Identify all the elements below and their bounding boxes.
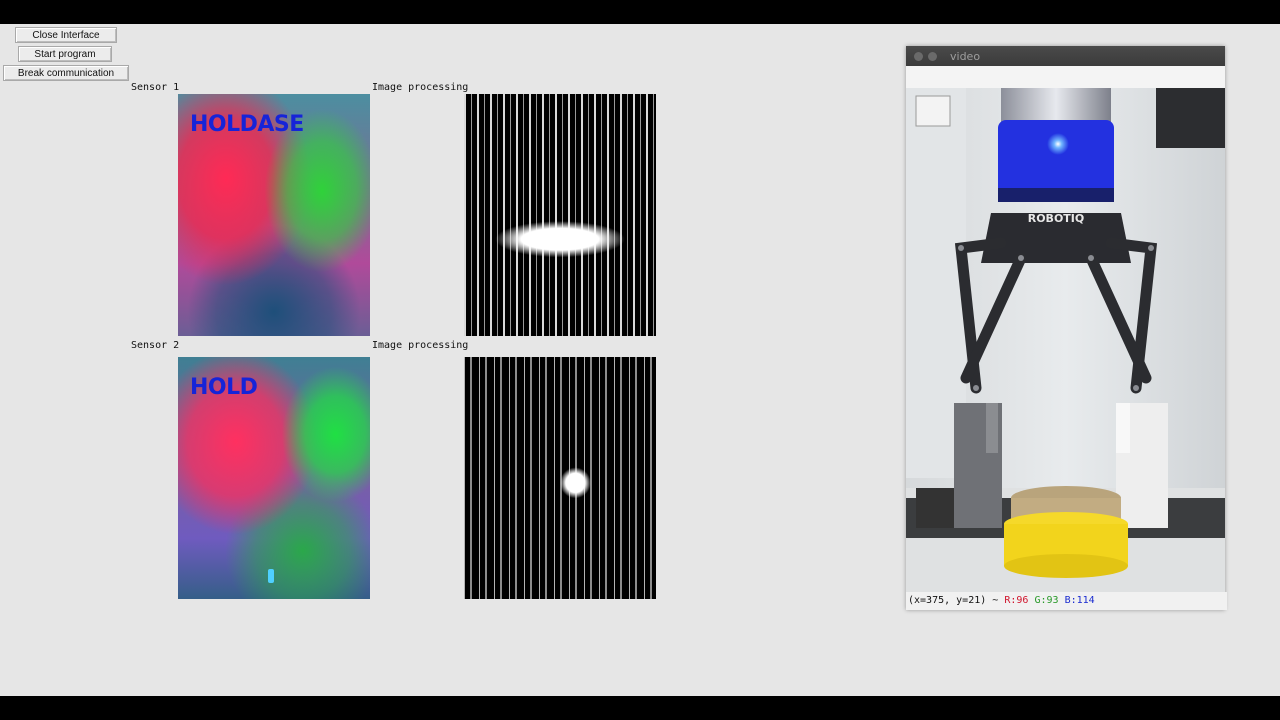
start-program-button[interactable]: Start program	[18, 46, 112, 62]
close-interface-button[interactable]: Close Interface	[15, 27, 117, 43]
break-communication-button[interactable]: Break communication	[3, 65, 129, 81]
video-title: video	[950, 50, 981, 63]
pixel-coords: (x=375, y=21) ~	[908, 595, 999, 606]
sensor2-overlay-text: HOLD	[190, 375, 258, 400]
light-spot-icon	[268, 569, 274, 583]
processing1-label: Image processing	[372, 82, 469, 93]
processing2-label: Image processing	[372, 340, 469, 351]
sensor1-processed-image	[464, 94, 656, 336]
app-window: Close Interface Start program Break comm…	[0, 24, 1280, 696]
gripper-brand-text: ROBOTIQ	[1028, 212, 1085, 225]
sensor1-image: HOLDASE	[178, 94, 370, 336]
close-icon[interactable]	[914, 52, 923, 61]
sensor1-overlay-text: HOLDASE	[190, 112, 304, 137]
pixel-blue-value: B:114	[1064, 595, 1095, 606]
minimize-icon[interactable]	[928, 52, 937, 61]
video-statusbar: (x=375, y=21) ~ R:96 G:93 B:114	[906, 592, 1227, 610]
pixel-green-value: G:93	[1034, 595, 1059, 606]
sensor2-processed-image	[464, 357, 656, 599]
robot-gripper-scene: ROBOTIQ	[906, 88, 1225, 592]
pixel-red-value: R:96	[1004, 595, 1029, 606]
camera-view: ROBOTIQ	[906, 88, 1225, 592]
video-toolbar	[906, 66, 1225, 88]
sensor1-label: Sensor 1	[131, 82, 180, 93]
sensor2-label: Sensor 2	[131, 340, 180, 351]
video-window[interactable]: video ROBOTIQ (x=375, y=21) ~ R:96 G:93 …	[906, 46, 1227, 610]
video-titlebar[interactable]: video	[906, 46, 1225, 66]
sensor2-image: HOLD	[178, 357, 370, 599]
